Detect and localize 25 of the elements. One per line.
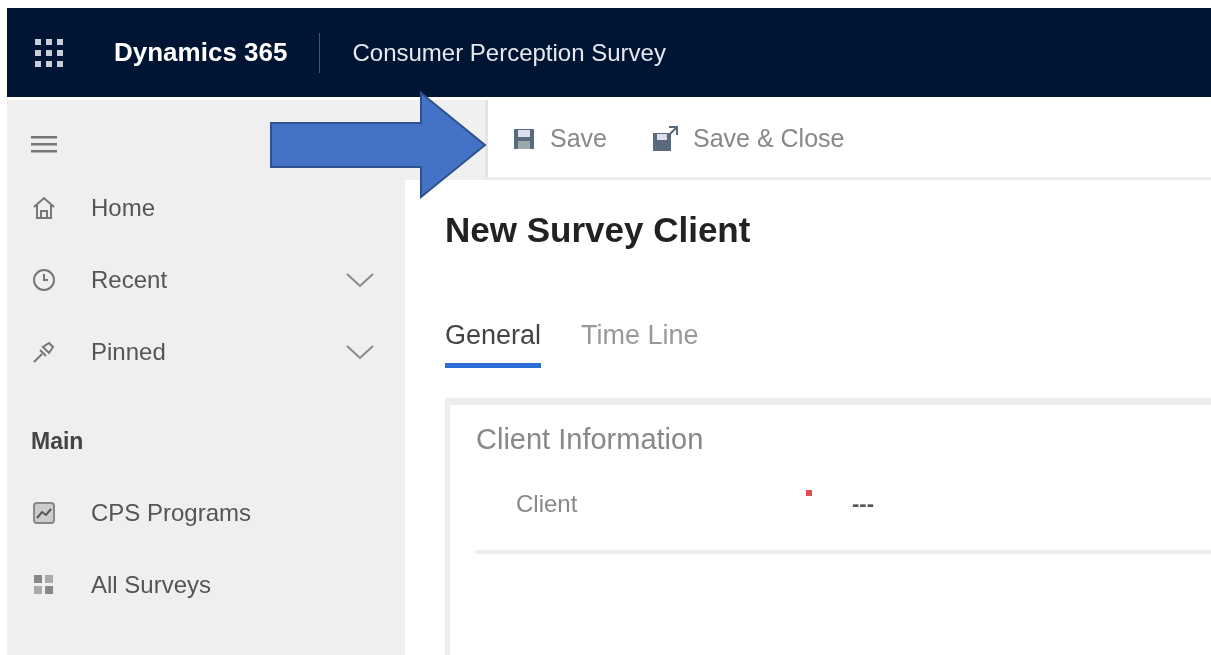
chevron-down-icon[interactable] xyxy=(345,271,375,289)
form-tab[interactable]: General xyxy=(445,320,542,368)
app-launcher-icon[interactable] xyxy=(34,37,64,68)
toolbar-button[interactable]: Save & Close xyxy=(651,124,845,153)
save-close-icon xyxy=(651,124,679,153)
chart-icon xyxy=(31,500,57,526)
sidebar-item[interactable]: Pinned xyxy=(31,316,405,388)
form-title: New Survey Client xyxy=(445,210,752,250)
toolbar-button[interactable]: Save xyxy=(512,124,607,153)
sidebar-item[interactable]: All Surveys xyxy=(31,549,405,621)
home-icon xyxy=(31,195,57,221)
group-title: Main xyxy=(31,428,85,455)
sidebar-item[interactable]: Home xyxy=(31,172,405,244)
area-name: Consumer Perception Survey xyxy=(352,38,666,67)
sidebar-item[interactable]: CPS Programs xyxy=(31,477,405,549)
lookup-field[interactable]: --- xyxy=(852,491,874,517)
chevron-down-icon[interactable] xyxy=(345,343,375,361)
field-label: Client xyxy=(516,490,579,518)
clock-icon xyxy=(31,267,57,293)
menu-icon[interactable] xyxy=(31,134,59,154)
sidebar-item[interactable]: Recent xyxy=(31,244,405,316)
app-name[interactable]: Dynamics 365 xyxy=(114,37,288,68)
section-title: Client Information xyxy=(476,423,705,456)
pin-icon xyxy=(31,339,57,365)
save-icon xyxy=(512,126,536,151)
